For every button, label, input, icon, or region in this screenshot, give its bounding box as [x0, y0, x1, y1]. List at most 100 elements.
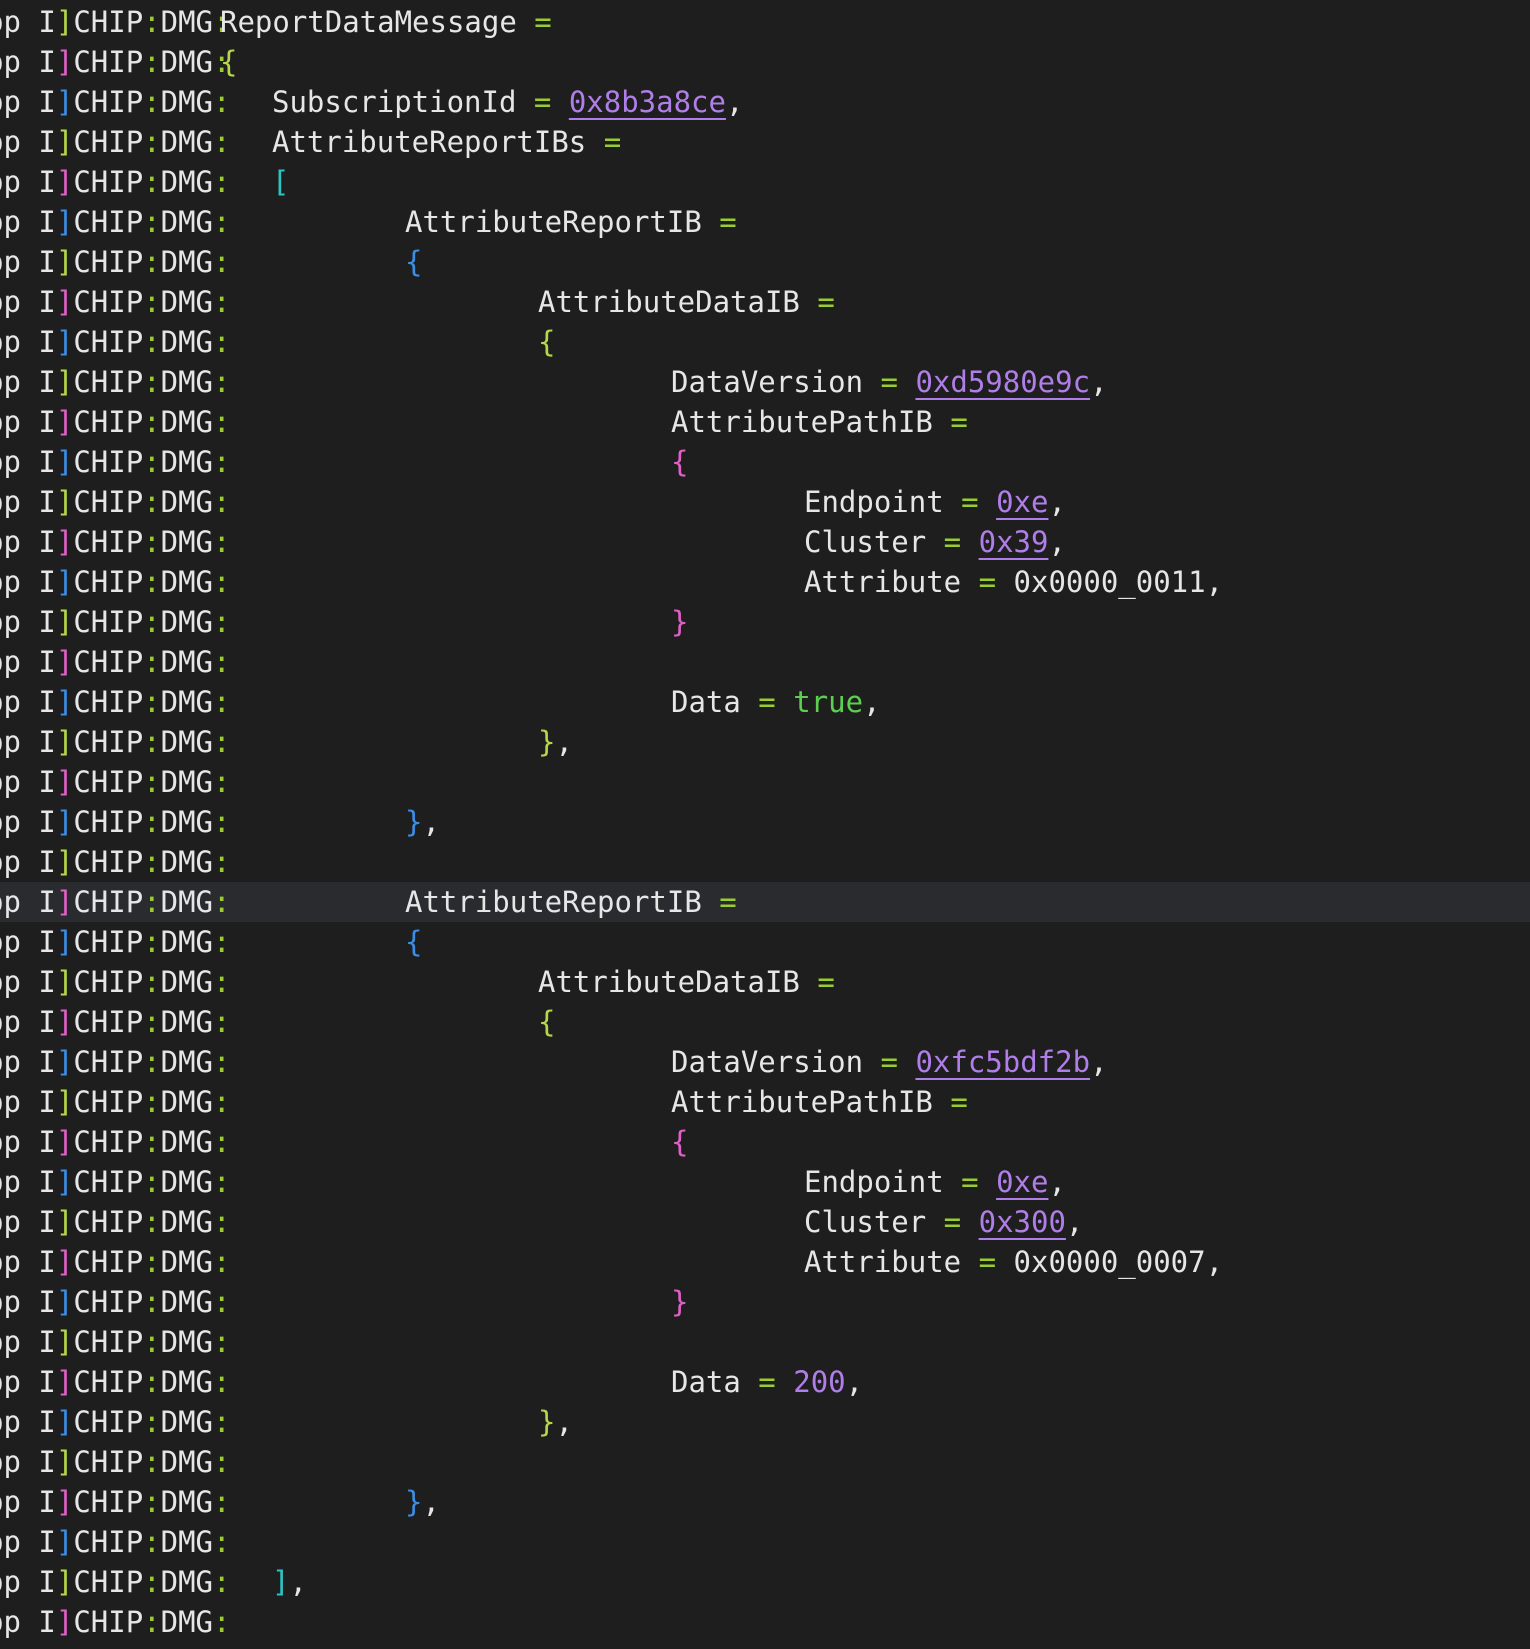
log-line[interactable]: pp I]CHIP:DMG: Data = 200,	[0, 1362, 1530, 1402]
log-level: pp I	[0, 805, 56, 839]
log-module: CHIP	[73, 365, 144, 399]
log-line[interactable]: pp I]CHIP:DMG:},	[0, 722, 1530, 762]
level-bracket: ]	[55, 165, 74, 199]
log-line[interactable]: pp I]CHIP:DMG:{	[0, 242, 1530, 282]
log-line[interactable]: pp I]CHIP:DMG:	[0, 1442, 1530, 1482]
trailing-comma: ,	[555, 1405, 573, 1439]
separator: :	[143, 1485, 161, 1519]
log-content: Cluster = 0x300,	[804, 1202, 1083, 1242]
log-content: {	[538, 322, 555, 362]
field-value: 0x300	[978, 1205, 1066, 1239]
log-level: pp I	[0, 685, 56, 719]
log-module: CHIP	[73, 1085, 144, 1119]
log-line[interactable]: pp I]CHIP:DMG:{	[0, 1122, 1530, 1162]
log-line[interactable]: pp I]CHIP:DMG:],	[0, 1562, 1530, 1602]
log-line[interactable]: pp I]CHIP:DMG:	[0, 1522, 1530, 1562]
log-content: {	[405, 242, 422, 282]
log-line[interactable]: pp I]CHIP:DMG:}	[0, 1282, 1530, 1322]
log-line[interactable]: pp I]CHIP:DMG: [	[0, 162, 1530, 202]
log-line[interactable]: pp I]CHIP:DMG:ReportDataMessage =	[0, 2, 1530, 42]
log-line[interactable]: pp I]CHIP:DMG:},	[0, 802, 1530, 842]
separator: :	[143, 325, 161, 359]
log-line[interactable]: pp I]CHIP:DMG:{	[0, 922, 1530, 962]
log-line[interactable]: pp I]CHIP:DMG:	[0, 642, 1530, 682]
log-content: DataVersion = 0xfc5bdf2b,	[671, 1042, 1108, 1082]
log-line[interactable]: pp I]CHIP:DMG:	[0, 842, 1530, 882]
log-prefix: pp I]CHIP:DMG:	[0, 1042, 230, 1082]
log-level: pp I	[0, 285, 56, 319]
field-value: 0x0000_0011	[1013, 565, 1206, 599]
level-bracket: ]	[55, 645, 74, 679]
separator: :	[213, 325, 231, 359]
log-content: AttributePathIB =	[671, 1082, 968, 1122]
log-editor[interactable]: pp I]CHIP:DMG:ReportDataMessage =pp I]CH…	[0, 2, 1530, 1642]
log-line[interactable]: pp I]CHIP:DMG: DataVersion = 0xfc5bdf2b,	[0, 1042, 1530, 1082]
log-line[interactable]: pp I]CHIP:DMG: AttributePathIB =	[0, 402, 1530, 442]
log-level: pp I	[0, 1165, 56, 1199]
log-module: CHIP	[73, 1525, 144, 1559]
log-prefix: pp I]CHIP:DMG:	[0, 2, 230, 42]
separator: :	[213, 1485, 231, 1519]
log-line[interactable]: pp I]CHIP:DMG: DataVersion = 0xd5980e9c,	[0, 362, 1530, 402]
separator: :	[143, 1205, 161, 1239]
log-prefix: pp I]CHIP:DMG:	[0, 1362, 230, 1402]
log-line[interactable]: pp I]CHIP:DMG:{	[0, 42, 1530, 82]
separator: :	[143, 1325, 161, 1359]
log-line[interactable]: pp I]CHIP:DMG: Attribute = 0x0000_0007,	[0, 1242, 1530, 1282]
log-line[interactable]: pp I]CHIP:DMG: Cluster = 0x39,	[0, 522, 1530, 562]
level-bracket: ]	[55, 1605, 74, 1639]
log-line[interactable]: pp I]CHIP:DMG: AttributeDataIB =	[0, 962, 1530, 1002]
log-module: CHIP	[73, 1485, 144, 1519]
separator: :	[213, 1325, 231, 1359]
log-prefix: pp I]CHIP:DMG:	[0, 842, 230, 882]
log-prefix: pp I]CHIP:DMG:	[0, 42, 230, 82]
log-line[interactable]: pp I]CHIP:DMG:	[0, 1322, 1530, 1362]
log-line[interactable]: pp I]CHIP:DMG:	[0, 762, 1530, 802]
log-level: pp I	[0, 125, 56, 159]
log-line[interactable]: pp I]CHIP:DMG: AttributePathIB =	[0, 1082, 1530, 1122]
level-bracket: ]	[55, 565, 74, 599]
separator: :	[213, 1565, 231, 1599]
level-bracket: ]	[55, 1045, 74, 1079]
level-bracket: ]	[55, 245, 74, 279]
log-line[interactable]: pp I]CHIP:DMG: AttributeReportIB =	[0, 202, 1530, 242]
log-line[interactable]: pp I]CHIP:DMG: Data = true,	[0, 682, 1530, 722]
level-bracket: ]	[55, 685, 74, 719]
trailing-comma: ,	[1205, 565, 1224, 599]
separator: :	[143, 365, 161, 399]
log-content: Cluster = 0x39,	[804, 522, 1066, 562]
log-line[interactable]: pp I]CHIP:DMG: AttributeDataIB =	[0, 282, 1530, 322]
log-level: pp I	[0, 1485, 56, 1519]
log-module: CHIP	[73, 765, 144, 799]
log-line[interactable]: pp I]CHIP:DMG:{	[0, 1002, 1530, 1042]
separator: :	[143, 1445, 161, 1479]
log-prefix: pp I]CHIP:DMG:	[0, 82, 230, 122]
log-category: DMG	[160, 605, 214, 639]
log-line[interactable]: pp I]CHIP:DMG: Endpoint = 0xe,	[0, 482, 1530, 522]
log-line[interactable]: pp I]CHIP:DMG: Endpoint = 0xe,	[0, 1162, 1530, 1202]
log-line[interactable]: pp I]CHIP:DMG:},	[0, 1402, 1530, 1442]
log-category: DMG	[160, 1365, 214, 1399]
log-line[interactable]: pp I]CHIP:DMG: Attribute = 0x0000_0011,	[0, 562, 1530, 602]
trailing-comma: ,	[845, 1365, 864, 1399]
log-level: pp I	[0, 165, 56, 199]
brace: {	[405, 925, 423, 959]
level-bracket: ]	[55, 965, 74, 999]
log-prefix: pp I]CHIP:DMG:	[0, 1162, 230, 1202]
log-line[interactable]: pp I]CHIP:DMG:{	[0, 442, 1530, 482]
log-module: CHIP	[73, 5, 144, 39]
log-line[interactable]: pp I]CHIP:DMG: AttributeReportIBs =	[0, 122, 1530, 162]
log-level: pp I	[0, 725, 56, 759]
log-line[interactable]: pp I]CHIP:DMG: SubscriptionId = 0x8b3a8ce…	[0, 82, 1530, 122]
log-line[interactable]: pp I]CHIP:DMG: AttributeReportIB =	[0, 882, 1530, 922]
log-line[interactable]: pp I]CHIP:DMG:}	[0, 602, 1530, 642]
log-module: CHIP	[73, 445, 144, 479]
equals-sign: =	[932, 405, 968, 439]
field-key: Data	[671, 685, 741, 719]
log-line[interactable]: pp I]CHIP:DMG:{	[0, 322, 1530, 362]
log-line[interactable]: pp I]CHIP:DMG:	[0, 1602, 1530, 1642]
log-line[interactable]: pp I]CHIP:DMG: Cluster = 0x300,	[0, 1202, 1530, 1242]
log-category: DMG	[160, 1445, 214, 1479]
log-content: },	[405, 802, 440, 842]
log-line[interactable]: pp I]CHIP:DMG:},	[0, 1482, 1530, 1522]
